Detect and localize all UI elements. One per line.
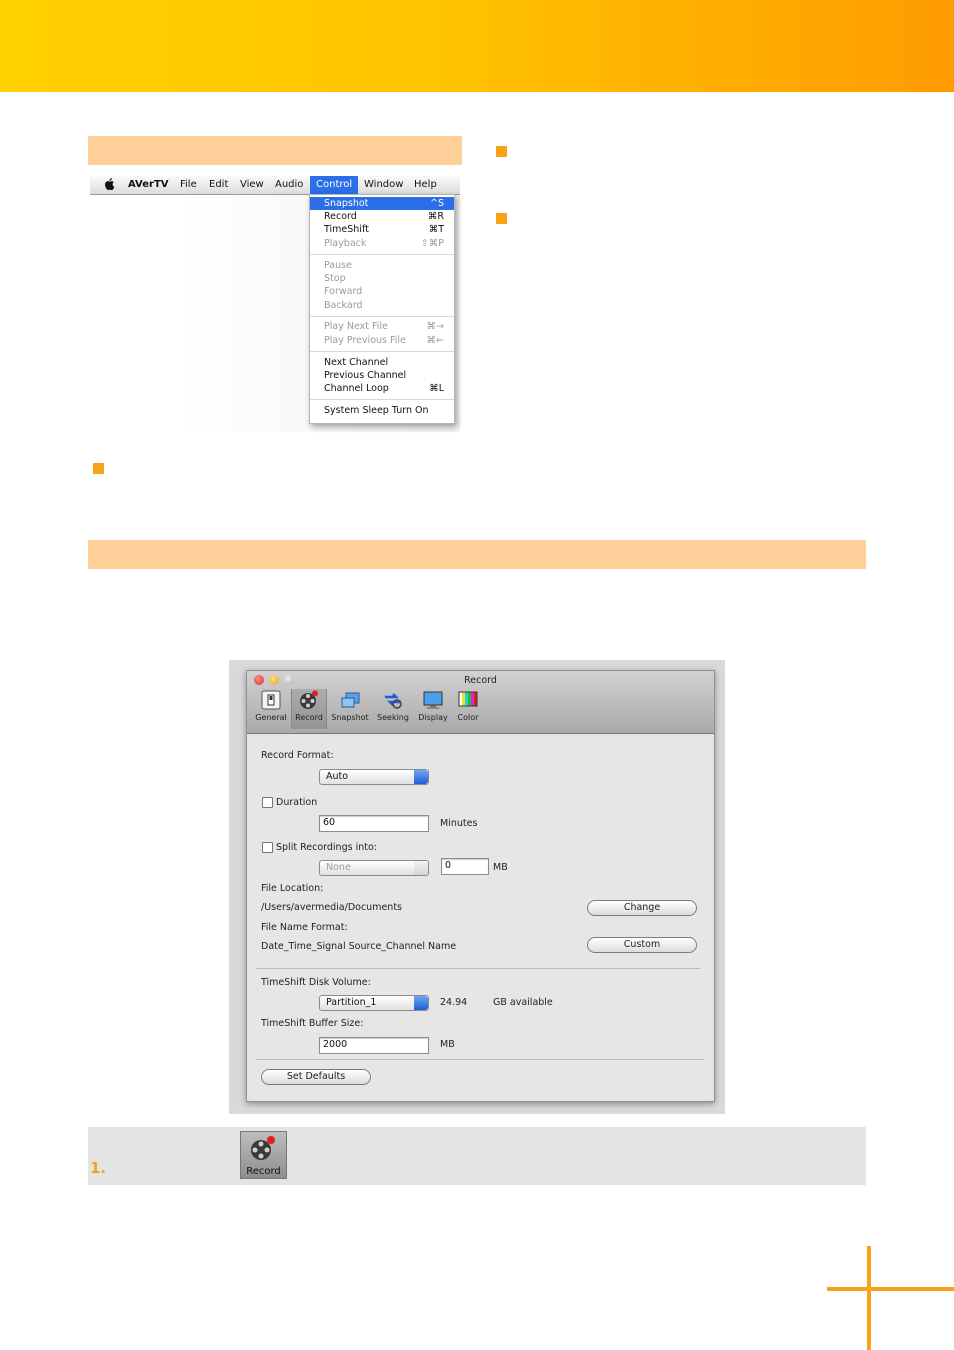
menu-item-channel-loop[interactable]: Channel Loop ⌘L bbox=[310, 382, 454, 395]
record-icon-label: Record bbox=[246, 1166, 281, 1177]
buffer-size-unit: MB bbox=[440, 1039, 455, 1050]
available-space-value: 24.94 bbox=[440, 997, 468, 1008]
menu-item-system-sleep[interactable]: System Sleep Turn On bbox=[310, 404, 454, 417]
menu-item-next-channel[interactable]: Next Channel bbox=[310, 356, 454, 369]
bullet-marker bbox=[496, 213, 507, 224]
section-divider bbox=[256, 968, 700, 969]
duration-checkbox[interactable] bbox=[262, 797, 273, 808]
menubar-item-control[interactable]: Control bbox=[316, 179, 352, 190]
corner-crosshair-horizontal bbox=[827, 1287, 954, 1291]
menu-item-stop[interactable]: Stop bbox=[310, 272, 454, 285]
page-header-banner bbox=[0, 0, 954, 92]
film-reel-record-icon bbox=[300, 690, 318, 709]
buffer-size-input[interactable]: 2000 bbox=[319, 1037, 429, 1054]
menubar-item-window[interactable]: Window bbox=[364, 179, 403, 190]
menu-item-snapshot[interactable]: Snapshot ^S bbox=[310, 197, 454, 210]
color-bars-icon bbox=[458, 691, 478, 707]
menu-item-play-next-file[interactable]: Play Next File ⌘→ bbox=[310, 320, 454, 333]
menu-item-forward[interactable]: Forward bbox=[310, 285, 454, 298]
mac-menubar: AVerTV File Edit View Audio Control Wind… bbox=[90, 176, 460, 195]
section-divider bbox=[256, 1059, 704, 1060]
popup-arrows-icon bbox=[414, 770, 428, 784]
split-size-input[interactable]: 0 bbox=[441, 858, 489, 875]
record-preferences-window: Record General Record Snapshot Seeking D… bbox=[246, 670, 715, 1102]
toolbar-tab-seeking[interactable]: Seeking bbox=[374, 689, 412, 729]
record-tab-icon-preview: Record bbox=[240, 1131, 287, 1179]
bullet-marker bbox=[496, 146, 507, 157]
toolbar-tab-snapshot[interactable]: Snapshot bbox=[329, 689, 371, 729]
corner-crosshair-vertical bbox=[867, 1246, 871, 1350]
set-defaults-button[interactable]: Set Defaults bbox=[261, 1069, 371, 1085]
popup-arrows-icon bbox=[414, 996, 428, 1010]
menu-item-backward[interactable]: Backard bbox=[310, 299, 454, 312]
timeshift-volume-select[interactable]: Partition_1 bbox=[319, 995, 429, 1011]
split-recordings-select[interactable]: None bbox=[319, 860, 429, 876]
file-name-format-value: Date_Time_Signal Source_Channel Name bbox=[261, 941, 457, 952]
record-format-select[interactable]: Auto bbox=[319, 769, 429, 785]
duration-label: Duration bbox=[276, 797, 318, 808]
custom-name-button[interactable]: Custom bbox=[587, 937, 697, 953]
menu-separator bbox=[310, 351, 454, 352]
duration-unit: Minutes bbox=[440, 818, 478, 829]
menu-item-record[interactable]: Record ⌘R bbox=[310, 210, 454, 223]
menu-separator bbox=[310, 399, 454, 400]
display-monitor-icon bbox=[423, 691, 443, 709]
menubar-item-edit[interactable]: Edit bbox=[209, 179, 228, 190]
film-reel-record-icon bbox=[251, 1136, 275, 1160]
seeking-arrows-icon bbox=[385, 693, 402, 709]
menubar-item-audio[interactable]: Audio bbox=[275, 179, 303, 190]
menubar-item-file[interactable]: File bbox=[180, 179, 197, 190]
menu-separator bbox=[310, 316, 454, 317]
file-location-label: File Location: bbox=[261, 883, 324, 894]
section-band-record-settings bbox=[88, 540, 866, 569]
file-name-format-label: File Name Format: bbox=[261, 922, 348, 933]
menu-item-playback[interactable]: Playback ⇧⌘P bbox=[310, 237, 454, 250]
menu-item-play-previous-file[interactable]: Play Previous File ⌘← bbox=[310, 334, 454, 347]
file-location-value: /Users/avermedia/Documents bbox=[261, 902, 402, 913]
bullet-marker bbox=[93, 463, 104, 474]
split-size-unit: MB bbox=[493, 862, 508, 873]
menu-item-previous-channel[interactable]: Previous Channel bbox=[310, 369, 454, 382]
section-band-control-menu bbox=[88, 136, 462, 165]
duration-input[interactable]: 60 bbox=[319, 815, 429, 832]
snapshot-icon bbox=[341, 692, 360, 708]
control-menu-dropdown: Snapshot ^S Record ⌘R TimeShift ⌘T Playback… bbox=[309, 194, 455, 424]
window-titlebar: Record General Record Snapshot Seeking D… bbox=[247, 671, 714, 734]
toolbar-tab-record[interactable]: Record bbox=[291, 689, 327, 729]
menu-item-pause[interactable]: Pause bbox=[310, 259, 454, 272]
menubar-item-avertv[interactable]: AVerTV bbox=[128, 179, 169, 190]
general-switch-icon bbox=[261, 690, 281, 710]
menubar-item-view[interactable]: View bbox=[240, 179, 264, 190]
menu-item-timeshift[interactable]: TimeShift ⌘T bbox=[310, 223, 454, 236]
split-recordings-label: Split Recordings into: bbox=[276, 842, 377, 853]
menubar-item-help[interactable]: Help bbox=[414, 179, 437, 190]
window-title: Record bbox=[464, 675, 497, 686]
timeshift-volume-label: TimeShift Disk Volume: bbox=[261, 977, 371, 988]
popup-arrows-icon bbox=[414, 861, 428, 875]
record-format-label: Record Format: bbox=[261, 750, 334, 761]
toolbar-tab-color[interactable]: Color bbox=[452, 689, 484, 729]
toolbar-tab-general[interactable]: General bbox=[252, 689, 290, 729]
menu-separator bbox=[310, 254, 454, 255]
available-space-unit: GB available bbox=[493, 997, 553, 1008]
split-recordings-checkbox[interactable] bbox=[262, 842, 273, 853]
toolbar-tab-display[interactable]: Display bbox=[415, 689, 451, 729]
step-number: 1. bbox=[90, 1159, 107, 1177]
note-box bbox=[88, 1127, 866, 1185]
buffer-size-label: TimeShift Buffer Size: bbox=[261, 1018, 364, 1029]
apple-icon[interactable] bbox=[104, 178, 115, 190]
change-location-button[interactable]: Change bbox=[587, 900, 697, 916]
